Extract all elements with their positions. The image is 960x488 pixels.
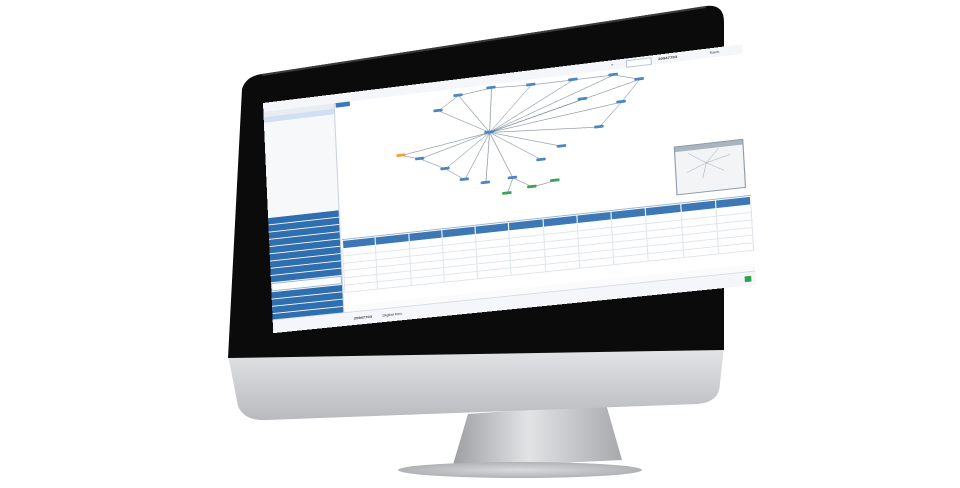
minimap-preview	[675, 140, 745, 189]
back-button[interactable]: Back	[710, 49, 720, 56]
current-item-value: 20947703	[657, 54, 678, 62]
scene: ⌕ Back 20947703 20947703 Digital Rec	[0, 0, 960, 488]
status-ok-indicator	[744, 275, 752, 283]
stand-base	[398, 462, 642, 478]
status-current-item: 20947703	[353, 314, 373, 321]
left-panel	[263, 103, 345, 328]
graph-minimap[interactable]	[673, 138, 747, 196]
navigation-list	[268, 210, 344, 328]
search-label: ⌕	[610, 61, 614, 67]
monitor-chin	[228, 347, 724, 421]
stand-neck	[452, 404, 622, 468]
status-view-label[interactable]: Digital Rec	[382, 311, 402, 318]
